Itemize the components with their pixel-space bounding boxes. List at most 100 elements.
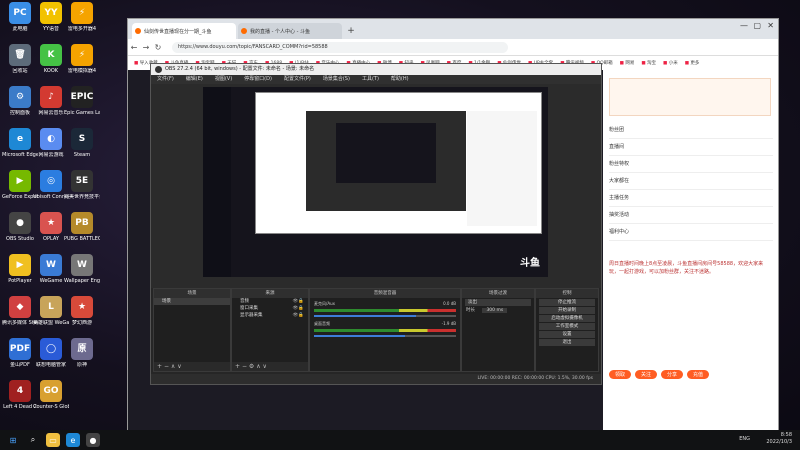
mixer-channel-desktop: 桌面音频 -1.9 dB	[314, 321, 456, 337]
clock[interactable]: 8:58 2022/10/3	[766, 432, 792, 446]
obs-menu-item[interactable]: 编辑(E)	[186, 75, 203, 84]
obs-icon[interactable]: ●	[86, 433, 100, 447]
obs-control-button[interactable]: 启动虚拟摄像机	[539, 315, 595, 322]
mixer-db: -1.9 dB	[441, 321, 456, 326]
search-icon[interactable]: ⌕	[26, 433, 40, 447]
transitions-title: 场景过渡	[462, 289, 534, 298]
remove-scene-icon[interactable]: −	[164, 363, 169, 370]
desktop-icon[interactable]: PB PUBG BATTLEGR...	[64, 212, 100, 242]
source-item-audio[interactable]: 音频 👁🔒	[232, 298, 308, 305]
desktop-icon[interactable]: GO Counter-S Global Off	[33, 380, 69, 410]
controls-dock: 控制 停止推流 开始录制 启动虚拟摄像机 工作室模式 设置 退出	[535, 288, 599, 372]
scenes-dock: 场景 场景 + − ∧ ∨	[153, 288, 231, 372]
edge-icon[interactable]: e	[66, 433, 80, 447]
obs-control-button[interactable]: 退出	[539, 339, 595, 346]
panel-list-item[interactable]: 抽奖活动	[609, 207, 773, 224]
maximize-icon[interactable]: ▢	[753, 21, 761, 30]
source-item-window[interactable]: 窗口采集 👁🔒	[232, 305, 308, 312]
desktop-icon[interactable]: W Wallpaper Engine	[64, 254, 100, 284]
minimize-icon[interactable]: —	[740, 21, 748, 30]
app-icon: ★	[71, 296, 93, 318]
new-tab-button[interactable]: +	[344, 23, 358, 39]
move-up-icon[interactable]: ∧	[171, 363, 175, 370]
app-icon: K	[40, 44, 62, 66]
panel-list-item[interactable]: 大家都在	[609, 173, 773, 190]
desktop-icon-label: Steam	[73, 152, 91, 158]
panel-button[interactable]: 领取	[609, 370, 632, 379]
language-indicator[interactable]: ENG	[739, 436, 750, 442]
visibility-icon[interactable]: 👁🔒	[293, 298, 304, 305]
volume-slider[interactable]	[314, 335, 456, 337]
desktop-icon[interactable]: ★ 梦幻西游	[64, 296, 100, 326]
desktop-icon[interactable]: ⚡ 雷电模拟器4	[64, 44, 100, 74]
level-meter	[314, 329, 456, 332]
desktop-icon[interactable]: S Steam	[64, 128, 100, 158]
app-icon: 原	[71, 338, 93, 360]
browser-tab-douyu[interactable]: 仙剑传世直播现在分一期_斗鱼	[132, 23, 236, 39]
bookmark-item[interactable]: 小米	[663, 60, 678, 66]
visibility-icon[interactable]: 👁🔒	[293, 312, 304, 319]
file-explorer-icon[interactable]: ▭	[46, 433, 60, 447]
obs-control-button[interactable]: 开始录制	[539, 307, 595, 314]
scene-item[interactable]: 场景	[154, 298, 230, 305]
desktop-icon[interactable]: EPIC Epic Games Launcher	[64, 86, 100, 116]
windows-start-icon[interactable]: ⊞	[6, 433, 20, 447]
mixer-dock: 音频混音器 麦克风/Aux 0.0 dB 桌面音频 -1.9 dB	[309, 288, 461, 372]
app-icon: ●	[9, 212, 31, 234]
mixer-channel-mic: 麦克风/Aux 0.0 dB	[314, 301, 456, 317]
desktop-icon[interactable]: ⚡ 雷电多开器4	[64, 2, 100, 32]
add-scene-icon[interactable]: +	[157, 363, 162, 370]
obs-menu-item[interactable]: 停靠窗口(D)	[244, 75, 272, 84]
panel-list-item[interactable]: 福利中心	[609, 224, 773, 241]
forward-icon[interactable]: →	[140, 43, 152, 52]
transitions-dock: 场景过渡 淡出 时长 300 ms	[461, 288, 535, 372]
obs-control-button[interactable]: 设置	[539, 331, 595, 338]
obs-control-button[interactable]: 工作室模式	[539, 323, 595, 330]
move-down-icon[interactable]: ∨	[263, 363, 267, 370]
obs-menu-item[interactable]: 工具(T)	[362, 75, 379, 84]
panel-button[interactable]: 充值	[687, 370, 710, 379]
duration-input[interactable]: 300 ms	[482, 308, 508, 313]
volume-slider[interactable]	[314, 315, 456, 317]
obs-menu-item[interactable]: 配置文件(P)	[284, 75, 311, 84]
app-icon: ⚙	[9, 86, 31, 108]
app-icon: W	[40, 254, 62, 276]
volume-fill	[314, 335, 405, 337]
panel-button[interactable]: 关注	[635, 370, 658, 379]
bookmark-item[interactable]: 淘宝	[641, 60, 656, 66]
move-down-icon[interactable]: ∨	[177, 363, 181, 370]
controls-buttons: 停止推流 开始录制 启动虚拟摄像机 工作室模式 设置 退出	[536, 299, 598, 346]
obs-menu-item[interactable]: 文件(F)	[157, 75, 174, 84]
app-icon: GO	[40, 380, 62, 402]
transition-select[interactable]: 淡出	[465, 299, 531, 306]
browser-tab-profile[interactable]: 我的直播 - 个人中心 - 斗鱼	[238, 23, 342, 39]
panel-button[interactable]: 分享	[661, 370, 684, 379]
obs-menu-item[interactable]: 视图(V)	[215, 75, 232, 84]
right-panel-items: 粉丝团 直播间 粉丝特权 大家都在 主播任务 抽奖活动 福利中心	[609, 122, 773, 241]
desktop-icon[interactable]: 5E 完美世界竞技平台	[64, 170, 100, 200]
level-meter	[314, 309, 456, 312]
panel-list-item[interactable]: 主播任务	[609, 190, 773, 207]
obs-preview[interactable]: 斗鱼	[203, 87, 548, 277]
remove-source-icon[interactable]: −	[242, 363, 247, 370]
refresh-icon[interactable]: ↻	[152, 43, 164, 52]
app-icon: ⚡	[71, 44, 93, 66]
visibility-icon[interactable]: 👁🔒	[293, 305, 304, 312]
gear-icon[interactable]: ⚙	[249, 363, 254, 370]
panel-list-item[interactable]: 直播间	[609, 139, 773, 156]
add-source-icon[interactable]: +	[235, 363, 240, 370]
obs-menu-item[interactable]: 帮助(H)	[391, 75, 409, 84]
obs-menu-bar: 文件(F) 编辑(E) 视图(V) 停靠窗口(D) 配置文件(P) 场景集合(S) 工具(T…	[151, 75, 601, 84]
desktop-icon[interactable]: 原原神	[64, 338, 100, 368]
obs-control-button[interactable]: 停止推流	[539, 299, 595, 306]
panel-list-item[interactable]: 粉丝团	[609, 122, 773, 139]
obs-menu-item[interactable]: 场景集合(S)	[323, 75, 350, 84]
move-up-icon[interactable]: ∧	[256, 363, 260, 370]
url-input[interactable]: https://www.douyu.com/topic/FANSCARD_COM…	[172, 41, 508, 53]
source-item-display[interactable]: 显示器采集 👁🔒	[232, 312, 308, 319]
back-icon[interactable]: ←	[128, 43, 140, 52]
panel-list-item[interactable]: 粉丝特权	[609, 156, 773, 173]
bookmark-item[interactable]: 更多	[685, 60, 699, 66]
bookmark-item[interactable]: 网易	[620, 60, 634, 66]
close-icon[interactable]: ✕	[767, 21, 774, 30]
